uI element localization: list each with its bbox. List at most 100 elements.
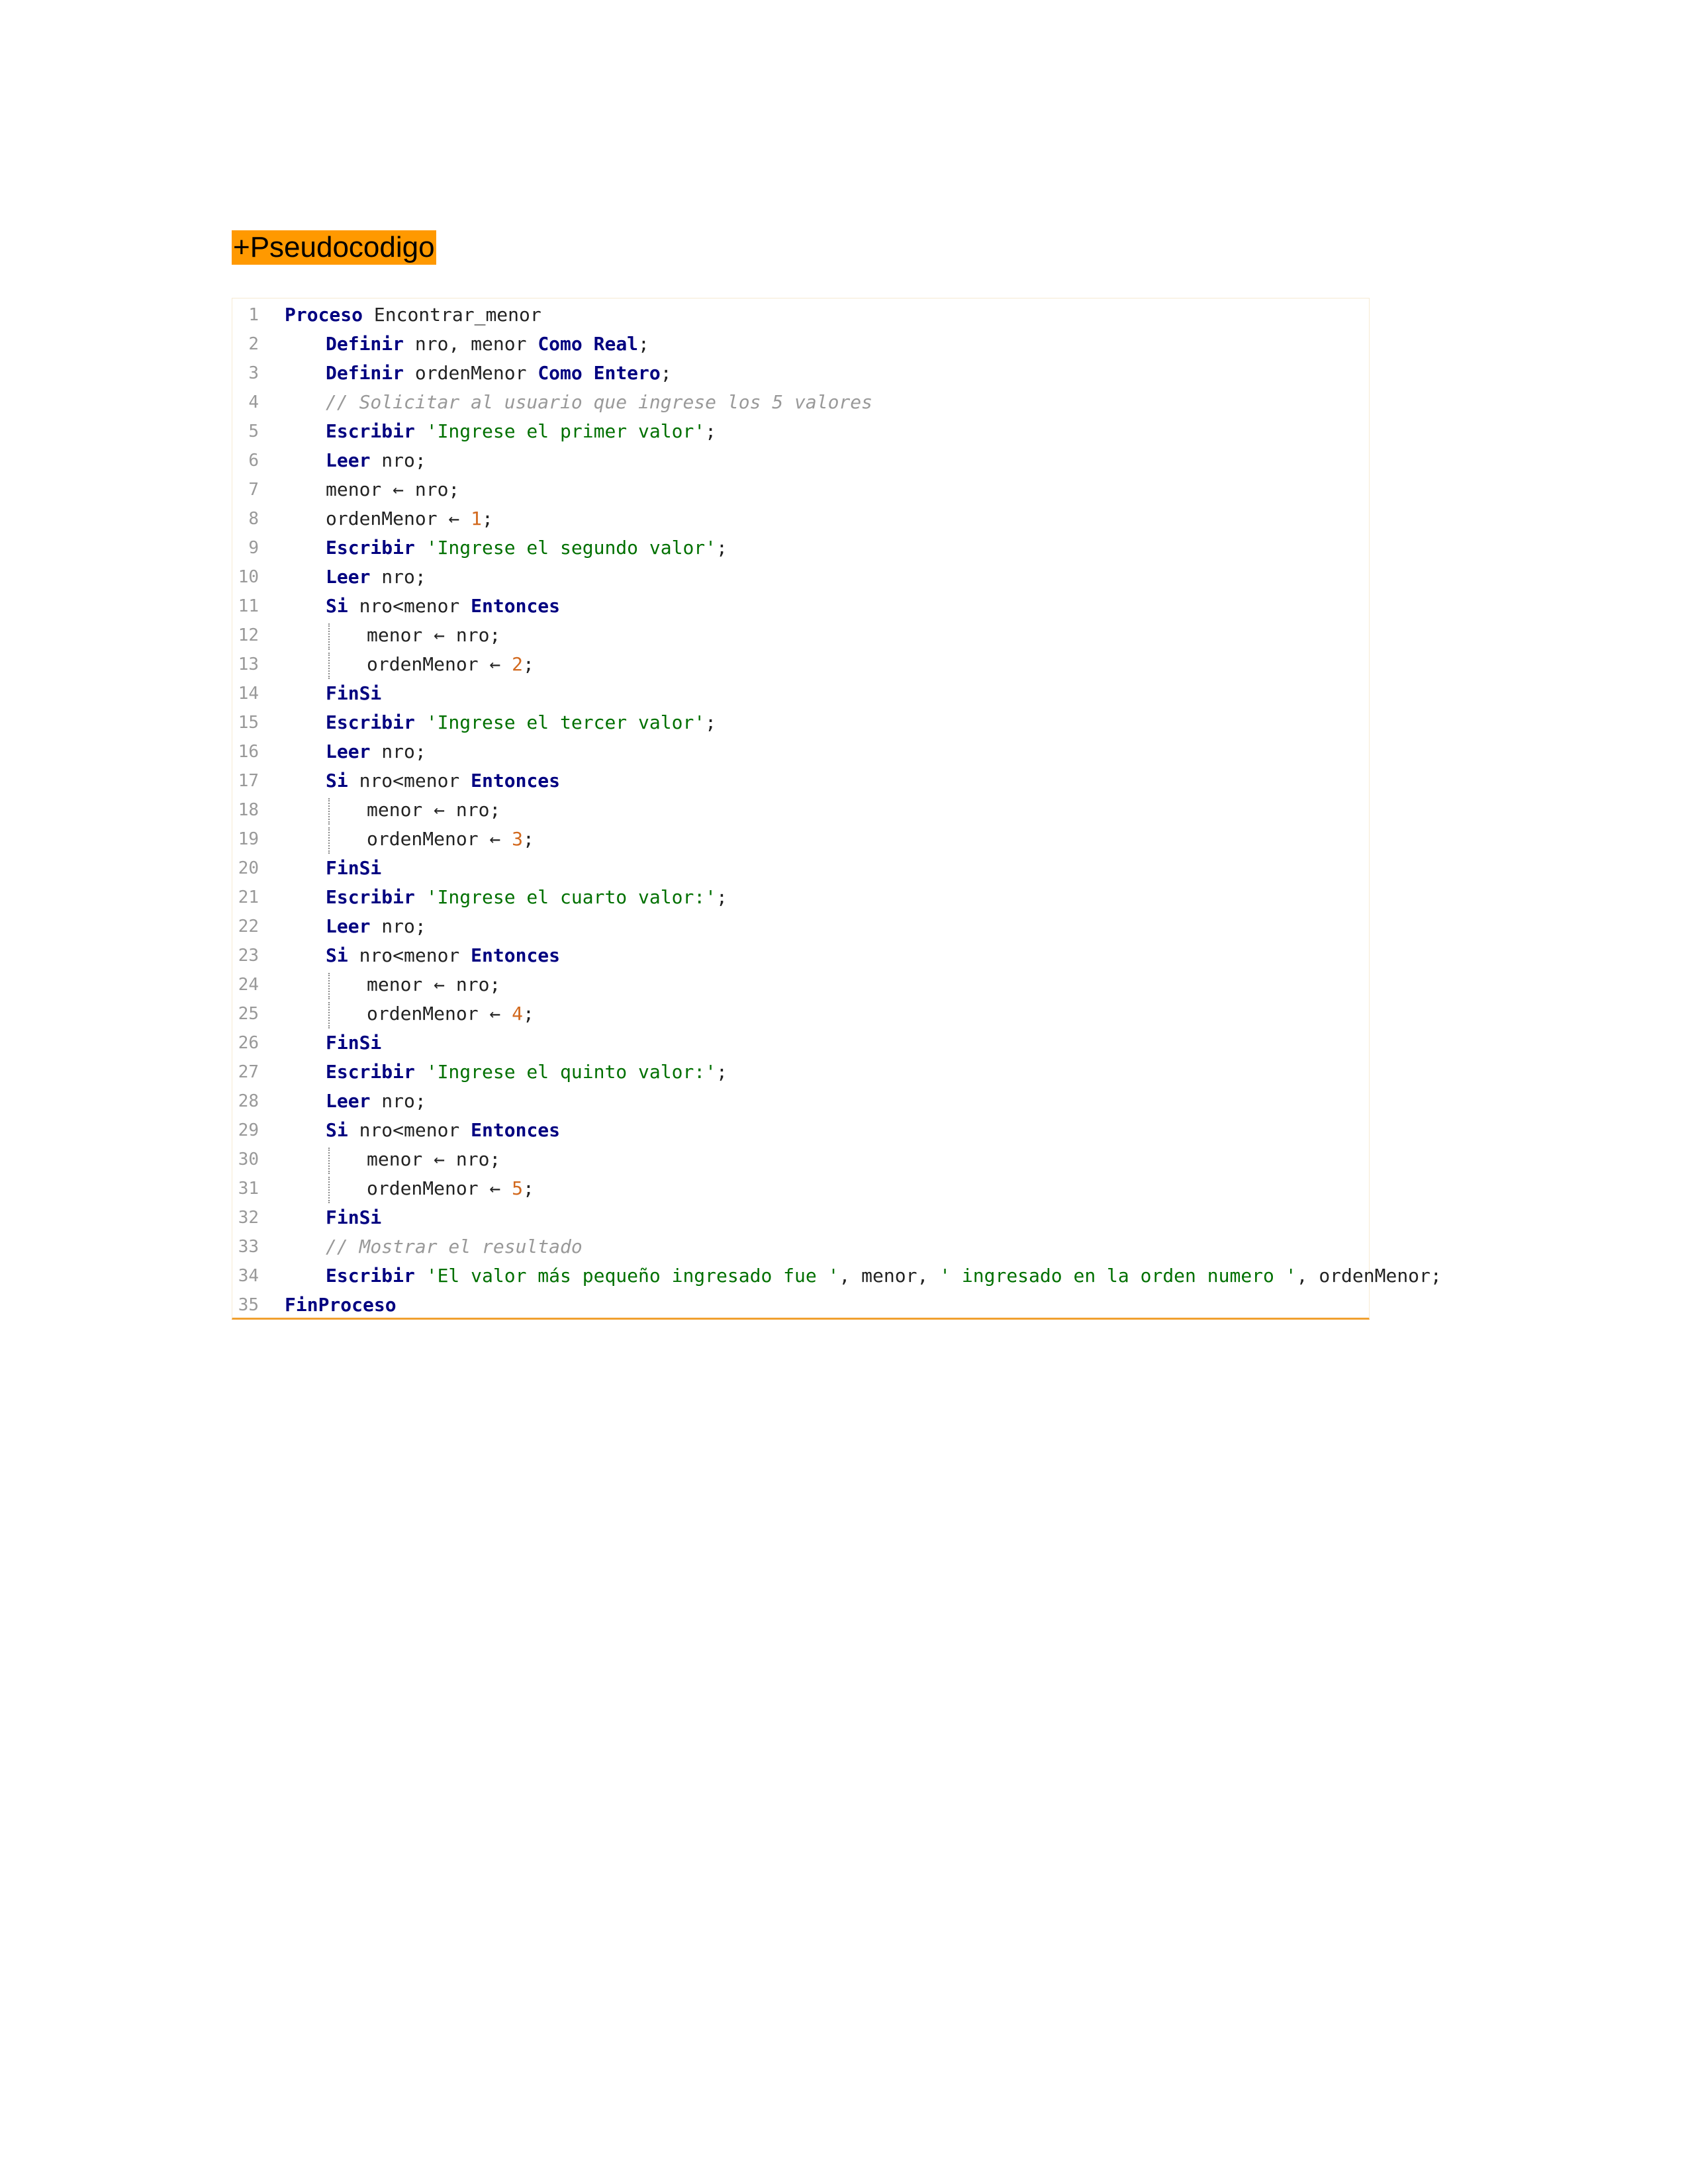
code-text: nro; (370, 915, 426, 937)
keyword: Definir (326, 333, 404, 355)
code-content: Escribir 'Ingrese el segundo valor'; (326, 533, 727, 563)
code-text: menor ← nro; (367, 624, 501, 646)
line-number: 10 (238, 567, 259, 587)
comment: // Solicitar al usuario que ingrese los … (326, 391, 873, 413)
line-number: 25 (238, 1004, 259, 1024)
line-number: 31 (238, 1179, 259, 1199)
code-content: Si nro<menor Entonces (326, 766, 560, 796)
line-number: 9 (248, 538, 259, 558)
code-text: nro<menor (348, 944, 471, 966)
line-number: 11 (238, 596, 259, 616)
section-heading: +Pseudocodigo (232, 230, 436, 265)
code-content: FinSi (326, 854, 381, 883)
line-number: 5 (248, 422, 259, 441)
code-content: Escribir 'Ingrese el tercer valor'; (326, 708, 716, 737)
keyword: FinSi (326, 682, 382, 704)
code-content: Proceso Encontrar_menor (285, 300, 541, 330)
code-text: ; (482, 508, 493, 529)
code-content: menor ← nro; (367, 621, 500, 650)
line-number: 28 (238, 1091, 259, 1111)
keyword: Leer (326, 741, 371, 762)
line-number: 15 (238, 713, 259, 733)
code-content: FinSi (326, 1203, 381, 1232)
code-text: ; (716, 886, 727, 908)
code-text: nro<menor (348, 1119, 471, 1141)
code-content: Leer nro; (326, 737, 426, 766)
code-text: ordenMenor ← (367, 1003, 512, 1024)
number-literal: 4 (512, 1003, 524, 1024)
code-text: nro<menor (348, 595, 471, 617)
string-literal: ' ingresado en la orden numero ' (939, 1265, 1297, 1287)
code-content: Escribir 'Ingrese el primer valor'; (326, 417, 716, 446)
line-number: 7 (248, 480, 259, 500)
line-number: 22 (238, 917, 259, 936)
keyword: Como Real (538, 333, 639, 355)
code-content: Si nro<menor Entonces (326, 1116, 560, 1145)
keyword: Si (326, 1119, 348, 1141)
string-literal: 'El valor más pequeño ingresado fue ' (426, 1265, 839, 1287)
line-number: 3 (248, 363, 259, 383)
code-text: menor ← nro; (367, 799, 501, 821)
code-text: ; (523, 653, 534, 675)
code-content: Escribir 'Ingrese el quinto valor:'; (326, 1058, 727, 1087)
line-number: 33 (238, 1237, 259, 1257)
line-number: 13 (238, 655, 259, 674)
code-text: ; (638, 333, 649, 355)
indent-guide (328, 1002, 330, 1028)
keyword: Leer (326, 915, 371, 937)
line-number: 26 (238, 1033, 259, 1053)
code-text: ; (523, 828, 534, 850)
code-text: Encontrar_menor (363, 304, 541, 326)
keyword: Proceso (285, 304, 363, 326)
line-number: 8 (248, 509, 259, 529)
keyword: Entonces (471, 944, 561, 966)
line-number: 21 (238, 887, 259, 907)
line-number: 6 (248, 451, 259, 471)
code-content: Escribir 'El valor más pequeño ingresado… (326, 1261, 1442, 1291)
line-number: 17 (238, 771, 259, 791)
string-literal: 'Ingrese el segundo valor' (426, 537, 717, 559)
line-number: 30 (238, 1150, 259, 1169)
code-content: Definir nro, menor Como Real; (326, 330, 649, 359)
line-number: 4 (248, 392, 259, 412)
code-content: Definir ordenMenor Como Entero; (326, 359, 672, 388)
code-block: 1 Proceso Encontrar_menor 2 Definir nro, me… (232, 298, 1442, 1320)
code-content: // Mostrar el resultado (326, 1232, 583, 1261)
line-number: 34 (238, 1266, 259, 1286)
keyword: FinProceso (285, 1294, 397, 1316)
line-number: 23 (238, 946, 259, 966)
code-content: Leer nro; (326, 446, 426, 475)
line-number: 24 (238, 975, 259, 995)
keyword: FinSi (326, 1032, 382, 1054)
keyword: FinSi (326, 857, 382, 879)
code-text: nro; (370, 449, 426, 471)
indent-guide (328, 827, 330, 854)
line-number: 20 (238, 858, 259, 878)
code-text: nro; (370, 566, 426, 588)
keyword: Escribir (326, 420, 415, 442)
code-text: ordenMenor ← (326, 508, 471, 529)
code-content: menor ← nro; (367, 796, 500, 825)
line-number: 16 (238, 742, 259, 762)
string-literal: 'Ingrese el cuarto valor:' (426, 886, 717, 908)
code-text: ; (716, 1061, 727, 1083)
number-literal: 1 (471, 508, 483, 529)
keyword: Entonces (471, 770, 561, 792)
code-content: FinSi (326, 679, 381, 708)
code-content: ordenMenor ← 5; (367, 1174, 534, 1203)
code-content: Si nro<menor Entonces (326, 592, 560, 621)
code-content: Si nro<menor Entonces (326, 941, 560, 970)
keyword: Como Entero (538, 362, 661, 384)
keyword: Leer (326, 566, 371, 588)
keyword: Definir (326, 362, 404, 384)
keyword: Leer (326, 1090, 371, 1112)
line-number: 14 (238, 684, 259, 704)
code-text: , menor, (839, 1265, 940, 1287)
string-literal: 'Ingrese el quinto valor:' (426, 1061, 717, 1083)
keyword: Si (326, 770, 348, 792)
code-content: ordenMenor ← 3; (367, 825, 534, 854)
string-literal: 'Ingrese el primer valor' (426, 420, 706, 442)
code-content: ordenMenor ← 1; (326, 504, 493, 533)
